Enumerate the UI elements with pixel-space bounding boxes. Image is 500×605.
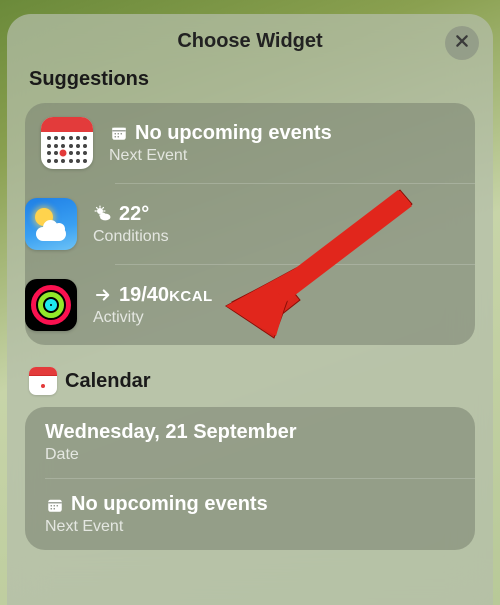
widget-title: No upcoming events [135, 122, 332, 145]
activity-unit: KCAL [169, 288, 213, 305]
close-button[interactable] [445, 26, 479, 60]
widget-text: 22° Conditions [93, 203, 459, 246]
widget-title: 19/40KCAL [119, 284, 213, 307]
calendar-glyph-icon [45, 495, 65, 515]
close-icon [454, 33, 470, 54]
calendar-app-icon [41, 117, 93, 169]
sheet-header: Choose Widget [7, 14, 493, 68]
suggestions-card: No upcoming events Next Event [25, 103, 475, 345]
widget-text: 19/40KCAL Activity [93, 284, 459, 327]
widget-subtitle: Activity [93, 309, 459, 327]
activity-app-icon [25, 279, 77, 331]
widget-title: Wednesday, 21 September [45, 421, 297, 444]
widget-subtitle: Next Event [45, 518, 459, 536]
section-header-suggestions: Suggestions [29, 68, 471, 91]
widget-row-weather[interactable]: 22° Conditions [115, 183, 475, 264]
sheet-title: Choose Widget [177, 30, 322, 53]
calendar-card: Wednesday, 21 September Date No upcoming… [25, 407, 475, 550]
wallpaper-background: Choose Widget Suggestions [0, 0, 500, 605]
section-title: Suggestions [29, 68, 149, 91]
widget-row-date[interactable]: Wednesday, 21 September Date [25, 407, 475, 478]
calendar-glyph-icon [109, 123, 129, 143]
widget-text: No upcoming events Next Event [109, 122, 459, 165]
section-title: Calendar [65, 370, 151, 393]
widget-row-next-event-2[interactable]: No upcoming events Next Event [45, 478, 475, 550]
section-header-calendar: Calendar [29, 367, 471, 395]
widget-title: 22° [119, 203, 149, 226]
widget-row-next-event[interactable]: No upcoming events Next Event [25, 103, 475, 183]
widget-chooser-sheet: Choose Widget Suggestions [7, 14, 493, 605]
widget-title: No upcoming events [71, 493, 268, 516]
widget-row-activity[interactable]: 19/40KCAL Activity [115, 264, 475, 345]
widget-subtitle: Next Event [109, 147, 459, 165]
widget-subtitle: Date [45, 446, 459, 464]
widget-subtitle: Conditions [93, 228, 459, 246]
widget-text: No upcoming events Next Event [45, 493, 459, 536]
calendar-section-icon [29, 367, 57, 395]
sheet-content: Suggestions [7, 68, 493, 550]
widget-text: Wednesday, 21 September Date [45, 421, 459, 464]
activity-value: 19/40 [119, 284, 169, 306]
partly-cloudy-icon [93, 204, 113, 224]
arrow-right-icon [93, 285, 113, 305]
weather-app-icon [25, 198, 77, 250]
